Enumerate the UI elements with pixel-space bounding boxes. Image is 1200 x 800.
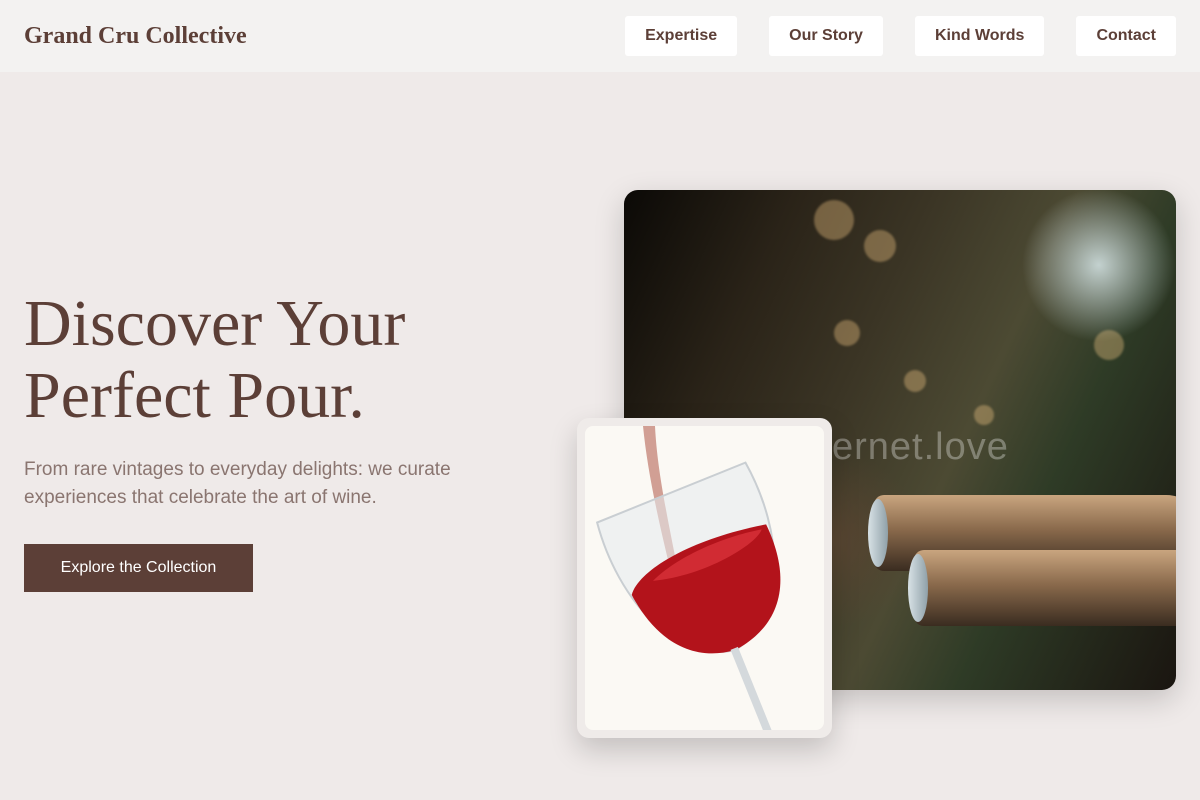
nav-contact-button[interactable]: Contact [1076, 16, 1176, 56]
nav-kind-words-button[interactable]: Kind Words [914, 16, 1045, 56]
nav-expertise-button[interactable]: Expertise [625, 16, 738, 56]
hero-subtitle: From rare vintages to everyday delights:… [24, 459, 451, 508]
bokeh-light [1094, 330, 1124, 360]
explore-collection-button[interactable]: Explore the Collection [24, 544, 253, 592]
brand-logo[interactable]: Grand Cru Collective [24, 23, 247, 50]
image-watermark: ernet.love [832, 426, 1009, 468]
hero-title-line-1: Discover Your [24, 287, 406, 360]
main-nav: Expertise Our Story Kind Words Contact [625, 16, 1176, 56]
bokeh-light [834, 320, 860, 346]
bokeh-light [814, 200, 854, 240]
wine-bottle-shape [908, 550, 1176, 626]
nav-our-story-button[interactable]: Our Story [769, 16, 883, 56]
hero-title: Discover Your Perfect Pour. [24, 288, 544, 432]
bottle-cap-shape [868, 499, 888, 567]
hero-title-line-2: Perfect Pour. [24, 359, 365, 432]
bottle-cap-shape [908, 554, 928, 622]
bokeh-light [864, 230, 896, 262]
site-header: Grand Cru Collective Expertise Our Story… [0, 0, 1200, 72]
red-wine-glass-pour-photo [585, 426, 824, 730]
bokeh-light [904, 370, 926, 392]
wine-glass-icon [595, 426, 781, 730]
wine-glass-photo-card [577, 418, 832, 738]
bokeh-light [974, 405, 994, 425]
